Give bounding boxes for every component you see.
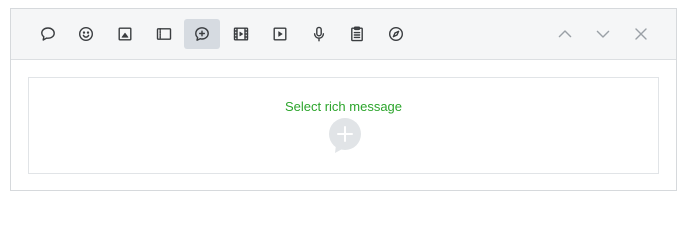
move-down-button[interactable] bbox=[585, 19, 621, 49]
compass-icon bbox=[388, 26, 404, 42]
chevron-down-icon bbox=[596, 30, 610, 38]
rich-message-button[interactable] bbox=[184, 19, 220, 49]
chevron-up-icon bbox=[558, 30, 572, 38]
card-button[interactable] bbox=[146, 19, 182, 49]
coupon-button[interactable] bbox=[378, 19, 414, 49]
video-icon bbox=[233, 27, 249, 41]
select-rich-message-area[interactable]: Select rich message bbox=[28, 77, 659, 174]
speech-bubble-icon bbox=[41, 27, 55, 41]
image-icon bbox=[118, 27, 132, 41]
rich-message-icon bbox=[195, 27, 209, 41]
voice-button[interactable] bbox=[301, 19, 337, 49]
add-bubble-icon bbox=[329, 118, 361, 153]
image-button[interactable] bbox=[107, 19, 143, 49]
card-icon bbox=[156, 28, 172, 40]
message-composer-panel: Select rich message bbox=[10, 8, 677, 191]
close-icon bbox=[635, 28, 647, 40]
select-rich-message-label: Select rich message bbox=[284, 99, 403, 114]
sticker-button[interactable] bbox=[68, 19, 104, 49]
video-button[interactable] bbox=[223, 19, 259, 49]
message-type-toolbar bbox=[11, 9, 676, 60]
play-icon bbox=[273, 27, 287, 41]
smiley-icon bbox=[78, 26, 94, 42]
microphone-icon bbox=[313, 26, 325, 42]
text-message-button[interactable] bbox=[30, 19, 66, 49]
clipboard-icon bbox=[351, 26, 363, 42]
move-up-button[interactable] bbox=[547, 19, 583, 49]
survey-button[interactable] bbox=[339, 19, 375, 49]
close-button[interactable] bbox=[623, 19, 659, 49]
play-button[interactable] bbox=[262, 19, 298, 49]
